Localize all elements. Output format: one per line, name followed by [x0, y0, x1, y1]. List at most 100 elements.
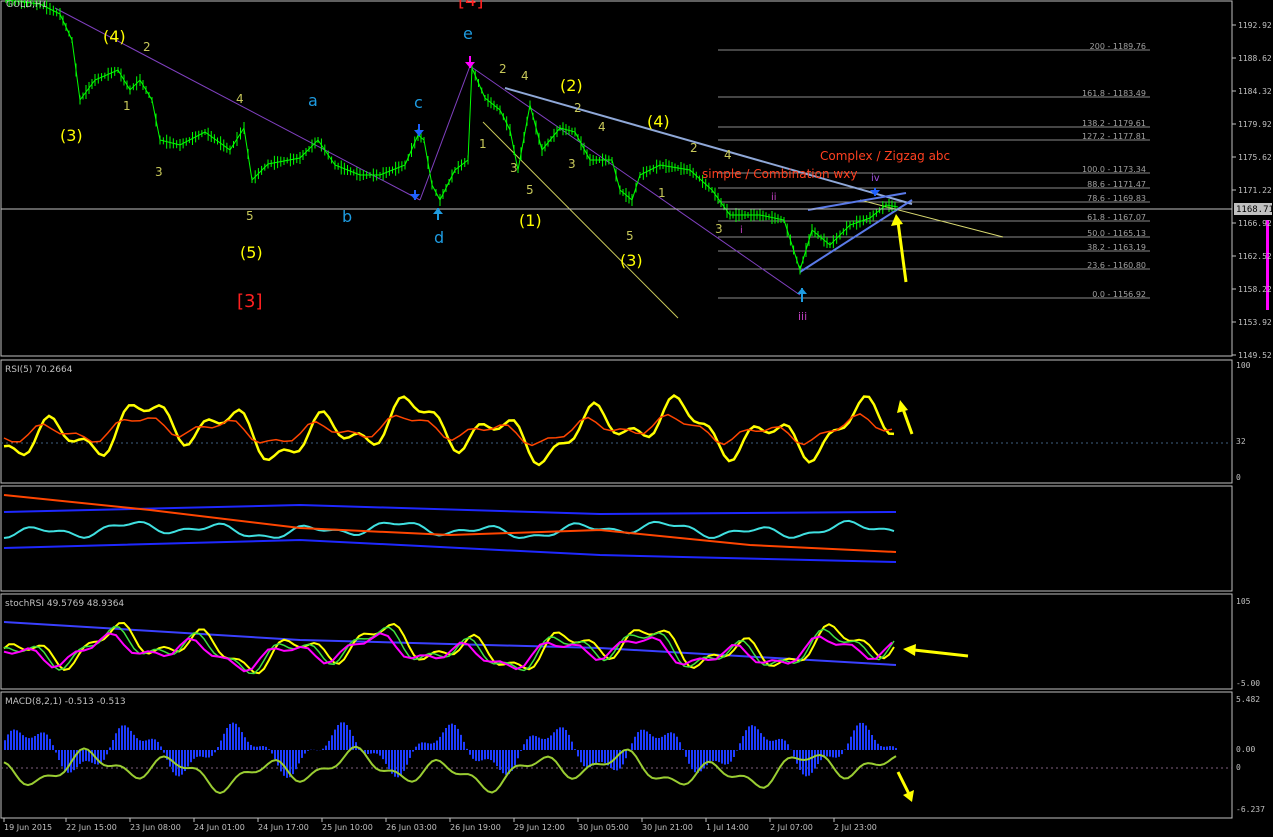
indicator-tick-label: -5.00: [1236, 679, 1260, 688]
macd-histogram-bar: [610, 750, 612, 769]
macd-histogram-bar: [334, 729, 336, 750]
wave-label-w1-a: 1: [123, 99, 131, 113]
macd-histogram-bar: [520, 750, 522, 751]
macd-histogram-bar: [337, 724, 339, 750]
purple-trendline-2: [419, 65, 471, 201]
macd-histogram-bar: [322, 748, 324, 750]
macd-histogram-bar: [763, 736, 765, 750]
yellow-arrow-rsi-shaft: [901, 408, 914, 435]
macd-histogram-bar: [382, 750, 384, 760]
wave-label-w5-b: 5: [526, 183, 534, 197]
annotation-complex: Complex / Zigzag abc: [820, 149, 950, 163]
time-tick-label: 24 Jun 17:00: [258, 823, 309, 832]
wave-label-w3-c: 3: [568, 157, 576, 171]
wave-label-ii: ii: [771, 192, 777, 203]
macd-histogram-bar: [277, 750, 279, 766]
macd-histogram-bar: [190, 750, 192, 763]
macd-histogram-bar: [664, 734, 666, 750]
macd-histogram-bar: [421, 742, 423, 750]
macd-histogram-bar: [325, 745, 327, 750]
macd-histogram-bar: [457, 728, 459, 750]
wave-label-w3-bracket: [3]: [237, 291, 263, 312]
macd-histogram-bar: [241, 732, 243, 750]
wave-label-w1-b: 1: [479, 137, 487, 151]
macd-histogram-bar: [877, 743, 879, 750]
macd-histogram-bar: [145, 740, 147, 750]
indicator-tick-label: 105: [1236, 597, 1251, 606]
indicator-tick-label: 100: [1236, 361, 1251, 370]
macd-histogram-bar: [724, 750, 726, 765]
macd-histogram-bar: [280, 750, 282, 772]
macd-histogram-bar: [787, 744, 789, 750]
macd-histogram-bar: [19, 732, 21, 750]
macd-histogram-bar: [694, 750, 696, 773]
yellow-arrow-main-head: [891, 214, 903, 226]
time-tick-label: 25 Jun 10:00: [322, 823, 373, 832]
macd-histogram-bar: [52, 745, 54, 750]
time-tick-label: 26 Jun 03:00: [386, 823, 437, 832]
time-tick-label: 2 Jul 23:00: [834, 823, 877, 832]
macd-histogram-bar: [817, 750, 819, 765]
macd-histogram-bar: [745, 730, 747, 750]
macd-histogram-bar: [208, 750, 210, 758]
macd-histogram-bar: [31, 737, 33, 750]
macd-histogram-bar: [469, 750, 471, 755]
macd-histogram-bar: [136, 738, 138, 750]
wave-label-w4-c: 4: [598, 120, 606, 134]
macd-histogram-bar: [859, 722, 861, 750]
macd-histogram-bar: [502, 750, 504, 774]
yellow-arrow-stoch-head: [903, 644, 916, 656]
macd-histogram-bar: [490, 750, 492, 761]
macd-histogram-bar: [121, 725, 123, 750]
time-tick-label: 1 Jul 14:00: [706, 823, 749, 832]
macd-histogram-bar: [259, 746, 261, 750]
time-tick-label: 2 Jul 07:00: [770, 823, 813, 832]
price-tick-label: 1149.52: [1238, 351, 1272, 360]
time-tick-label: 24 Jun 01:00: [194, 823, 245, 832]
macd-histogram-bar: [604, 750, 606, 764]
wave-label-a: a: [308, 91, 318, 110]
macd-histogram-bar: [199, 750, 201, 757]
macd-histogram-bar: [253, 746, 255, 750]
macd-histogram-bar: [580, 750, 582, 763]
fib-level-label: 161.8 - 1183.49: [1082, 89, 1146, 98]
chart-canvas[interactable]: 200 - 1189.76 161.8 - 1183.49 138.2 - 1179…: [0, 0, 1273, 837]
macd-histogram-bar: [64, 750, 66, 771]
wave-label-w1-paren: (1): [519, 211, 542, 230]
macd-histogram-bar: [730, 750, 732, 762]
macd-histogram-bar: [415, 746, 417, 750]
macd-histogram-bar: [115, 733, 117, 750]
trendlines[interactable]: [54, 7, 1004, 319]
macd-histogram-bar: [193, 750, 195, 759]
wave-label-b: b: [342, 207, 352, 226]
wave-label-w4-paren: (4): [647, 112, 670, 131]
band-lower: [3, 538, 897, 563]
macd-histogram-bar: [46, 734, 48, 750]
wave-label-i: i: [740, 225, 743, 236]
macd-histogram-bar: [751, 725, 753, 750]
yellow-arrow-main-shaft: [896, 221, 908, 283]
annotation-simple: simple / Combination wxy: [702, 167, 857, 181]
yellow-arrow-stoch-shaft: [913, 648, 969, 658]
macd-histogram-bar: [538, 737, 540, 750]
macd-histogram-bar: [430, 743, 432, 750]
macd-histogram-bar: [328, 740, 330, 750]
macd-histogram-bar: [856, 725, 858, 750]
macd-histogram-bar: [445, 728, 447, 750]
fib-level-label: 200 - 1189.76: [1090, 42, 1146, 51]
macd-histogram-bar: [838, 750, 840, 757]
macd-histogram-bar: [34, 736, 36, 750]
macd-histogram-bar: [256, 746, 258, 750]
macd-histogram-bar: [667, 733, 669, 750]
macd-histogram-bar: [727, 750, 729, 765]
macd-histogram-bar: [7, 734, 9, 750]
macd-histogram-bar: [118, 728, 120, 750]
macd-histogram-bar: [376, 750, 378, 754]
macd-histogram-bar: [22, 735, 24, 750]
macd-histogram-bar: [691, 750, 693, 770]
price-tick-label: 1153.92: [1238, 318, 1272, 327]
macd-histogram-bar: [583, 750, 585, 767]
macd-histogram-bar: [292, 750, 294, 775]
macd-histogram-bar: [676, 736, 678, 750]
wave-label-w2-b: 2: [499, 62, 507, 76]
